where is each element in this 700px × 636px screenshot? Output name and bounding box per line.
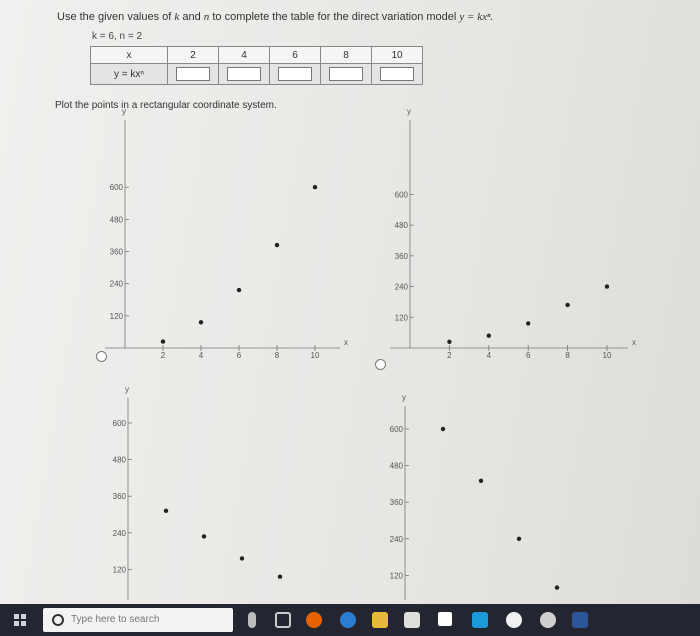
- data-point: [440, 426, 446, 432]
- vpn-icon[interactable]: [506, 612, 522, 628]
- y-tick-label: 360: [395, 252, 409, 261]
- edge-icon[interactable]: [340, 612, 356, 628]
- x-tick-label: 6: [237, 351, 242, 360]
- y-axis-label: y: [122, 107, 126, 116]
- y-tick-label: 360: [110, 248, 124, 257]
- cortana-icon: [52, 614, 64, 626]
- y-axis-label: y: [407, 107, 411, 116]
- x-tick-label: 2: [161, 351, 166, 360]
- y-tick-label: 240: [395, 283, 409, 292]
- data-point: [236, 287, 242, 293]
- x-tick-label: 2: [447, 351, 452, 360]
- graph-option-a[interactable]: y 600 480 360 240 120 x 2 4 6 8 10 y 600 480 360 240 120 x…: [0, 0, 700, 604]
- radio-option-b[interactable]: [375, 359, 386, 370]
- x-axis-label: x: [344, 338, 348, 347]
- gear-icon[interactable]: [540, 612, 556, 628]
- y-tick-label: 480: [110, 215, 124, 224]
- x-tick-label: 10: [603, 351, 612, 360]
- data-point: [198, 320, 204, 325]
- x-tick-label: 8: [565, 351, 570, 360]
- dropbox-icon[interactable]: [438, 612, 452, 626]
- y-tick-label: 240: [113, 529, 127, 538]
- y-tick-label: 600: [395, 190, 409, 199]
- y-tick-label: 480: [395, 221, 409, 230]
- y-tick-label: 600: [110, 183, 124, 192]
- y-tick-label: 120: [395, 313, 409, 322]
- search-placeholder: Type here to search: [71, 614, 160, 625]
- microphone-icon[interactable]: [248, 612, 256, 628]
- x-tick-label: 8: [275, 351, 280, 360]
- x-axis-label: x: [632, 338, 636, 347]
- y-tick-label: 240: [390, 535, 404, 544]
- y-axis-label: y: [402, 393, 406, 402]
- y-tick-label: 120: [110, 312, 124, 321]
- y-axis-label: y: [125, 385, 129, 394]
- arrow-icon[interactable]: [472, 612, 488, 628]
- x-tick-label: 4: [487, 351, 492, 360]
- y-tick-label: 480: [113, 456, 127, 465]
- word-icon[interactable]: [572, 612, 588, 628]
- y-tick-label: 600: [113, 419, 127, 428]
- data-point: [526, 321, 531, 326]
- data-point: [160, 339, 166, 344]
- y-tick-label: 480: [390, 462, 404, 471]
- y-tick-label: 600: [390, 425, 404, 434]
- data-point: [516, 536, 522, 541]
- firefox-icon[interactable]: [306, 612, 322, 628]
- windows-start-icon[interactable]: [14, 614, 26, 626]
- x-tick-label: 6: [526, 351, 531, 360]
- data-point: [201, 534, 207, 539]
- data-point: [312, 185, 318, 190]
- y-tick-label: 120: [390, 571, 404, 580]
- data-point: [163, 508, 169, 514]
- data-point: [447, 339, 452, 345]
- data-point: [478, 478, 484, 484]
- content-page: Use the given values of k and n to compl…: [0, 0, 700, 604]
- data-point: [604, 284, 610, 289]
- y-tick-label: 120: [113, 565, 127, 574]
- x-tick-label: 10: [311, 351, 320, 360]
- y-tick-label: 360: [113, 492, 127, 501]
- taskbar: Type here to search: [0, 604, 700, 636]
- radio-option-a[interactable]: [96, 351, 107, 362]
- file-explorer-icon[interactable]: [372, 612, 388, 628]
- data-point: [277, 574, 283, 579]
- data-point: [554, 585, 560, 590]
- y-tick-label: 360: [390, 498, 404, 507]
- data-point: [239, 556, 245, 561]
- x-tick-label: 4: [199, 351, 204, 360]
- task-view-icon[interactable]: [275, 612, 291, 628]
- data-point: [274, 242, 280, 248]
- taskbar-search[interactable]: Type here to search: [43, 608, 233, 632]
- data-point: [486, 333, 491, 338]
- store-icon[interactable]: [404, 612, 420, 628]
- y-tick-label: 240: [110, 280, 124, 289]
- data-point: [565, 302, 570, 308]
